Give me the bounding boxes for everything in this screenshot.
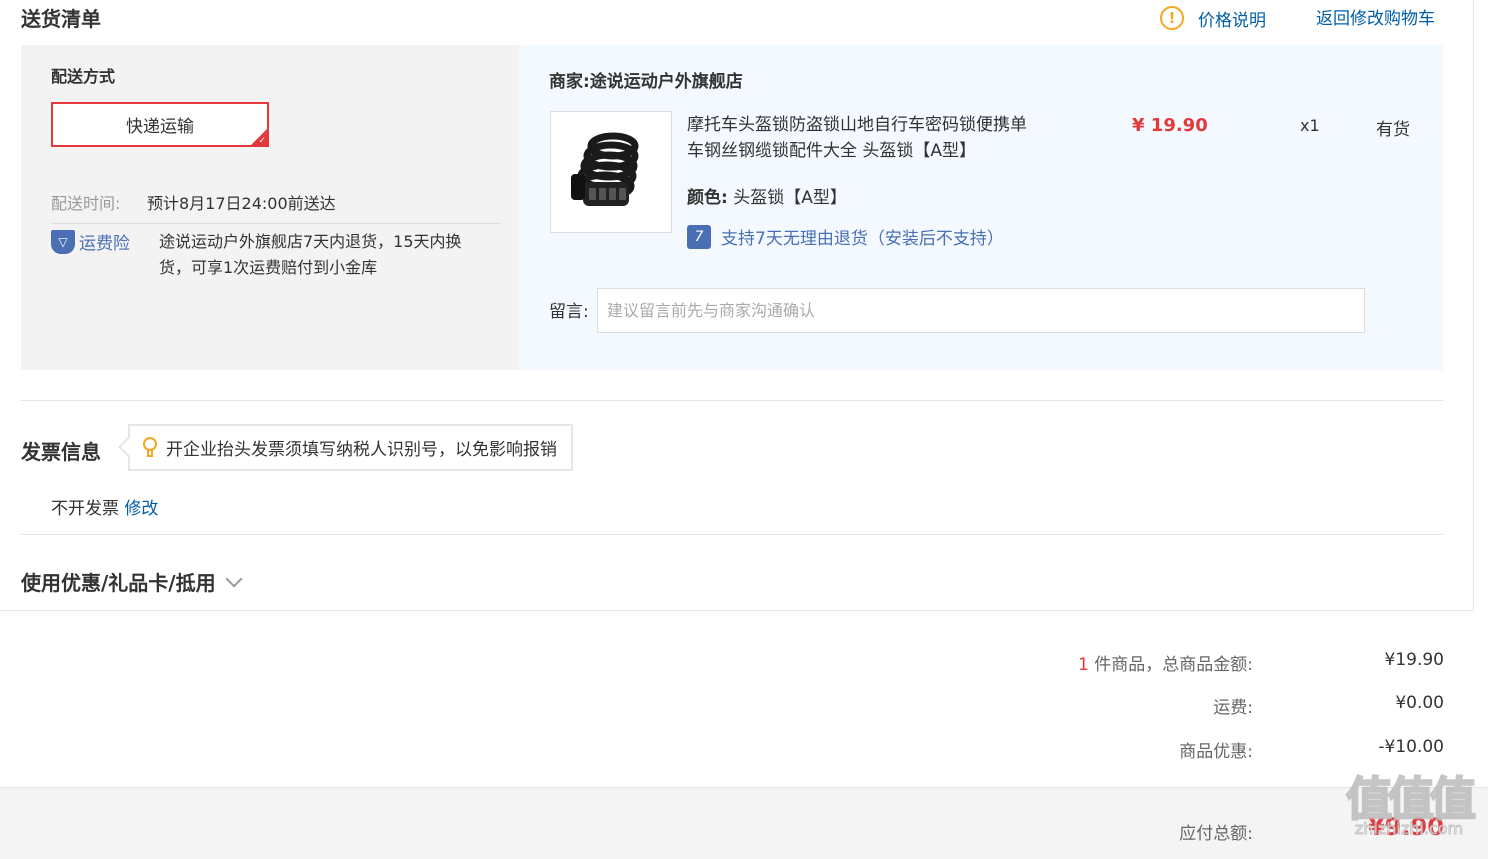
page-title: 送货清单: [21, 7, 101, 31]
product-title-line1: 摩托车头盔锁防盗锁山地自行车密码锁便携单: [687, 115, 1027, 135]
price-note-label: 价格说明: [1198, 10, 1266, 31]
store-name: 商家:途说运动户外旗舰店: [549, 67, 743, 92]
watermark-logo: 值值值 zhizhizhi.com: [1338, 771, 1480, 838]
freight-insurance-label: 运费险: [79, 234, 130, 254]
product-qty: x1: [1300, 116, 1320, 135]
section-divider-1: [21, 400, 1443, 401]
invoice-title: 发票信息: [21, 440, 101, 464]
product-image[interactable]: [550, 111, 672, 233]
freight-insurance-text: 途说运动户外旗舰店7天内退货，15天内换 货，可享1次运费赔付到小金库: [159, 229, 509, 281]
product-color: 颜色: 头盔锁【A型】: [687, 183, 847, 208]
message-input[interactable]: [597, 288, 1365, 333]
return-policy: 7 支持7天无理由退货（安装后不支持）: [687, 224, 1004, 249]
product-title-line2: 车钢丝钢缆锁配件大全 头盔锁【A型】: [687, 141, 977, 161]
payable-bar: [0, 787, 1488, 859]
watermark-glyph: 值值值: [1345, 771, 1477, 827]
cable-lock-image: [571, 132, 639, 206]
summary-freight-value: ¥0.00: [1395, 693, 1444, 713]
invoice-tip: 开企业抬头发票须填写纳税人识别号，以免影响报销: [118, 424, 573, 471]
store-label: 商家:: [549, 72, 590, 92]
shipping-divider: [51, 223, 501, 224]
tip-arrow: [118, 437, 138, 457]
seven-day-return-icon: 7: [687, 224, 711, 249]
payable-label: 应付总额:: [1179, 824, 1253, 844]
chevron-down-icon: [225, 570, 243, 587]
store-name-text: 途说运动户外旗舰店: [589, 72, 743, 92]
coupon-toggle[interactable]: 使用优惠/礼品卡/抵用: [21, 567, 243, 596]
container-border: [1473, 0, 1474, 610]
summary-total-label: 1 件商品，总商品金额:: [1078, 650, 1253, 675]
summary-freight-label: 运费:: [1213, 698, 1253, 718]
section-divider-3: [0, 610, 1474, 611]
watermark-site: zhizhizhi.com: [1354, 819, 1464, 838]
shipping-method-express[interactable]: 快递运输 ✓: [51, 102, 269, 147]
invoice-status: 不开发票 修改: [51, 494, 158, 519]
summary-count: 1: [1078, 655, 1089, 675]
product-price: ¥ 19.90: [1132, 115, 1208, 136]
invoice-modify-link[interactable]: 修改: [124, 499, 158, 519]
coupon-title: 使用优惠/礼品卡/抵用: [21, 571, 216, 595]
shipping-method-express-label: 快递运输: [126, 117, 194, 137]
product-color-value: 头盔锁【A型】: [733, 188, 847, 208]
price-note-link[interactable]: ! 价格说明: [1160, 4, 1266, 32]
invoice-tip-text: 开企业抬头发票须填写纳税人识别号，以免影响报销: [166, 440, 557, 460]
summary-discount-label: 商品优惠:: [1179, 742, 1253, 762]
freight-insurance-line2: 货，可享1次运费赔付到小金库: [159, 258, 378, 277]
product-stock: 有货: [1376, 120, 1410, 140]
freight-insurance-line1: 途说运动户外旗舰店7天内退货，15天内换: [159, 232, 462, 251]
message-label: 留言:: [549, 302, 589, 322]
check-mark-icon: ✓: [258, 136, 266, 146]
delivery-time-label: 配送时间:: [51, 194, 121, 213]
product-title-link[interactable]: 摩托车头盔锁防盗锁山地自行车密码锁便携单 车钢丝钢缆锁配件大全 头盔锁【A型】: [687, 112, 1067, 164]
return-policy-text: 支持7天无理由退货（安装后不支持）: [721, 229, 1004, 249]
product-color-label: 颜色:: [687, 188, 728, 208]
lightbulb-icon: [142, 436, 158, 459]
warning-icon: !: [1160, 6, 1184, 30]
invoice-status-text: 不开发票: [51, 499, 119, 519]
summary-total-text: 件商品，总商品金额:: [1094, 655, 1253, 675]
shipping-method-label: 配送方式: [51, 67, 116, 86]
shield-icon: ▽: [51, 229, 75, 254]
summary-discount-value: -¥10.00: [1378, 737, 1444, 757]
section-divider-2: [21, 534, 1443, 535]
delivery-time-value: 预计8月17日24:00前送达: [147, 194, 336, 213]
summary-total-value: ¥19.90: [1384, 650, 1444, 670]
back-to-cart-link[interactable]: 返回修改购物车: [1316, 4, 1435, 29]
freight-insurance: ▽ 运费险: [51, 229, 130, 254]
